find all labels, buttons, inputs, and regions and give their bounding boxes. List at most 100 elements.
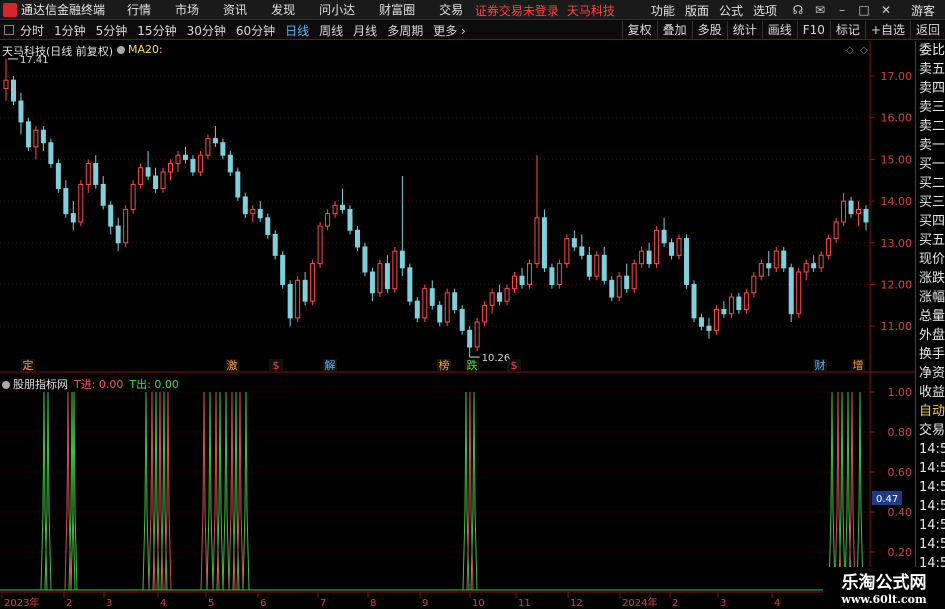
candle-body [138,167,144,185]
x-tick-label: 10 [472,598,485,609]
quote-label: 14:56 [919,480,945,495]
signal-spike [828,391,836,591]
candle-body [422,288,428,319]
quote-label: 14:56 [919,518,945,533]
candle-body [751,275,757,294]
candle-body [295,279,301,319]
candle-body [549,267,555,286]
x-tick-label: 4 [774,598,780,609]
quote-label: 卖四 [919,81,945,96]
candle-body [407,267,413,302]
candle-body [698,317,704,327]
price-y-axis: 17.00 16.00 15.00 14.00 13.00 12.00 11.00 [870,70,912,333]
candle-body [571,238,577,248]
indicator-tick-label: 0.80 [888,426,913,439]
candlesticks: 17.4110.26 [3,55,869,364]
candle-body [639,250,645,265]
candle-body [489,292,495,306]
low-price-label: 10.26 [482,353,511,364]
indicator-current-value: 0.47 [876,494,898,505]
candle-body [160,171,166,190]
quote-label: 自动 [919,404,945,419]
candle-body [713,309,719,331]
btn-back[interactable]: 返回 [909,21,945,40]
price-tick-label: 13.00 [881,237,913,250]
signal-spike [848,391,856,591]
candle-body [661,229,667,244]
candle-body [362,246,368,273]
quote-label: 总量 [919,309,945,324]
candle-body [474,321,480,348]
candle-body [220,142,226,156]
candle-body [631,263,637,290]
signal-spike [236,391,244,591]
signal-spike [200,391,208,591]
x-tick-label: 2 [672,598,678,609]
candle-body [579,246,585,256]
quote-label: 14:56 [919,461,945,476]
x-tick-label: 3 [720,598,726,609]
quote-label: 买二 [919,176,945,191]
candle-body [145,167,151,177]
candle-body [706,325,712,331]
candle-body [646,250,652,265]
candle-body [512,275,518,290]
event-tag: $ [273,359,280,372]
candle-body [250,208,256,215]
candle-body [459,309,465,331]
candle-body [108,204,114,227]
candle-body [452,292,458,311]
candle-body [33,129,39,148]
x-tick-label: 5 [208,598,214,609]
quote-label: 涨跌 [919,271,945,286]
candle-body [497,292,503,302]
ma-toggle-icon[interactable] [117,46,125,54]
x-tick-label: 6 [260,598,266,609]
candle-body [369,271,375,294]
signal-spike [216,391,224,591]
candle-body [63,188,69,215]
candle-body [429,288,435,306]
candle-body [70,213,76,223]
candle-body [848,200,854,215]
chart-canvas[interactable]: ◇ ◇ 17.4110.26 2023年 2 3 4 5 6 7 8 9 10 11 12 2024年 2 3… [0,0,915,609]
candle-body [130,183,136,210]
quote-label: 买一 [919,157,945,172]
quote-column: 委比 卖五 卖四 卖三 卖二 卖一 买一 买二 买三 买四 买五 现价 涨跌 涨幅 总量 外盘 换手 净资 收益 自动… [915,41,945,609]
ma-label: MA20: [128,43,163,56]
candle-body [736,296,742,311]
candle-body [437,304,443,323]
candle-body [676,238,682,256]
candle-body [123,208,129,244]
indicator-tick-label: 0.20 [888,546,913,559]
signal-spike [838,391,846,591]
event-tag: 榜 [439,358,450,372]
candle-body [818,254,824,269]
event-tag: 财 [815,358,826,372]
quote-label: 卖一 [919,138,945,153]
indicator-toggle-icon[interactable] [2,381,10,389]
candle-body [25,121,31,148]
candle-body [856,208,862,215]
quote-label: 买五 [919,233,945,248]
candle-body [624,275,630,290]
price-tick-label: 15.00 [881,153,913,166]
x-tick-label: 8 [370,598,376,609]
candle-body [78,183,84,223]
candle-body [242,196,248,215]
candle-body [788,267,794,315]
event-tag: 增 [853,358,864,372]
candle-body [841,200,847,223]
event-tag: $ [511,359,518,372]
candle-body [272,233,278,256]
watermark-logo: 乐淘公式网 www.60lt.com [823,567,945,609]
signal-spike [164,391,172,591]
signal-spike [206,391,214,591]
candle-body [504,288,510,302]
quote-label: 换手 [919,347,945,362]
indicator-tick-label: 0.60 [888,466,913,479]
candle-body [414,300,420,319]
candle-body [586,254,592,277]
candle-body [287,284,293,319]
candle-body [235,171,241,198]
